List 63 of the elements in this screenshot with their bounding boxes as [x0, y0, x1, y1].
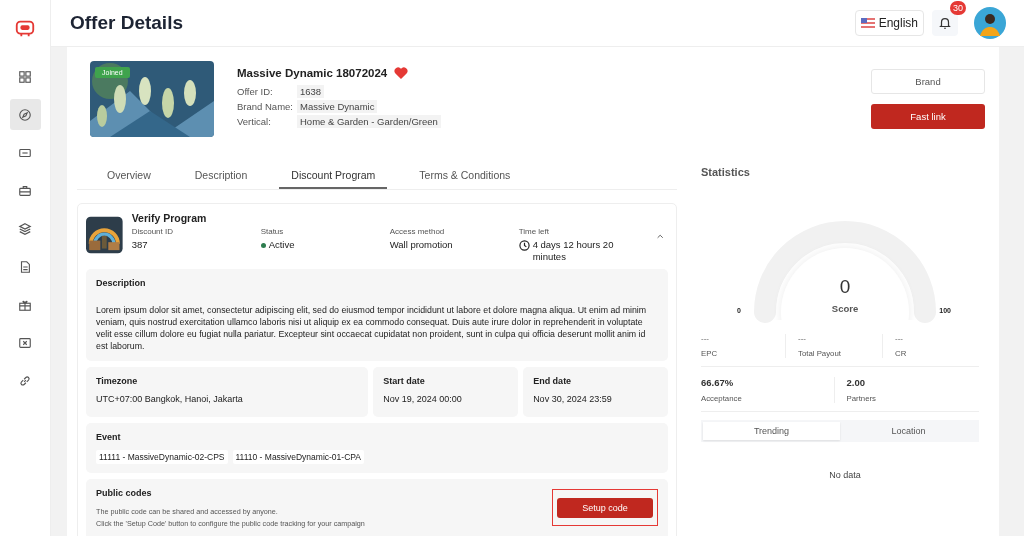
- info-label: Discount ID: [131, 227, 174, 236]
- coupon-icon: [18, 335, 32, 350]
- info-value: 4 days 12 hours 20 minutes: [532, 239, 615, 263]
- brand-button[interactable]: Brand: [871, 69, 985, 94]
- program-title: Verify Program: [131, 212, 208, 224]
- empty-message: No data: [828, 470, 862, 480]
- tab[interactable]: Description: [182, 164, 260, 189]
- tab[interactable]: Overview: [95, 164, 163, 189]
- collapse-icon[interactable]: [656, 234, 663, 239]
- field-value: Massive Dynamic: [297, 100, 378, 113]
- dashboard-icon: [18, 69, 32, 84]
- section-title: Start date: [383, 376, 426, 386]
- metric-value: ---: [701, 334, 710, 343]
- language-button[interactable]: English: [854, 10, 924, 36]
- score-value: 0: [838, 276, 852, 298]
- fast-link-button[interactable]: Fast link: [871, 104, 985, 129]
- info-value: Wall promotion: [389, 239, 453, 251]
- metric-value: ---: [895, 334, 904, 343]
- info-value: Active: [268, 239, 295, 251]
- compass-icon: [18, 107, 32, 122]
- field-value: 1638: [297, 85, 325, 98]
- description-text: Lorem ipsum dolor sit amet, consectetur adipiscing elit, sed do eiusmod tempor incididunt ut labore et dolore magna aliqua. Ut enim ad minim veniam, quis nostrud exercitation ullamco laboris nisi ut aliquip ex ea commodo consequat. Duis aute irure dolor in reprehenderit in voluptate velit esse cillum dolore eu fugiat nulla pariatur. Excepteur sint occaecat cupidatat non proident, sunt in culpa qui officia deserunt mollit anim id est laborum.: [96, 304, 648, 352]
- section-title: Description: [96, 278, 147, 288]
- sidebar-item-active[interactable]: [9, 99, 41, 130]
- section-title: End date: [533, 376, 573, 386]
- segment-tab[interactable]: Location: [840, 422, 977, 440]
- setup-code-button[interactable]: Setup code: [557, 498, 653, 518]
- segment-tab[interactable]: Trending: [703, 422, 840, 440]
- document-icon: [18, 259, 32, 274]
- briefcase-icon: [18, 183, 32, 198]
- section-value: Nov 30, 2024 23:59: [533, 394, 613, 404]
- bell-icon: [938, 16, 952, 30]
- field-value: Home & Garden - Garden/Green: [297, 115, 441, 128]
- notification-badge: 30: [950, 1, 966, 15]
- metric-value: 2.00: [846, 377, 866, 388]
- statistics-title: Statistics: [701, 166, 751, 178]
- section-title: Event: [96, 432, 122, 442]
- info-label: Status: [260, 227, 285, 236]
- avatar[interactable]: [974, 7, 1006, 39]
- tab[interactable]: Terms & Conditions: [407, 164, 523, 189]
- event-tag: 11110 - MassiveDynamic-01-CPA: [232, 450, 364, 464]
- flag-icon: [860, 18, 875, 28]
- section-value: UTC+07:00 Bangkok, Hanoi, Jakarta: [96, 394, 244, 404]
- heart-icon[interactable]: [394, 67, 409, 79]
- layers-icon: [18, 221, 32, 236]
- metric-value: 66.67%: [701, 377, 735, 388]
- section-value: Nov 19, 2024 00:00: [383, 394, 463, 404]
- field-label: Brand Name:: [237, 101, 294, 112]
- info-value: 387: [131, 239, 148, 251]
- event-tag: 11111 - MassiveDynamic-02-CPS: [96, 450, 228, 464]
- field-label: Offer ID:: [237, 86, 274, 97]
- info-label: Access method: [389, 227, 446, 236]
- notification-button[interactable]: [932, 10, 958, 36]
- section-title: Timezone: [96, 376, 139, 386]
- tab[interactable]: Discount Program: [279, 164, 388, 189]
- clock-icon: [518, 240, 530, 251]
- offer-name: Massive Dynamic 18072024: [237, 67, 388, 79]
- metric-value: ---: [798, 334, 807, 343]
- field-label: Vertical:: [237, 116, 272, 127]
- section-title: Public codes: [96, 488, 153, 498]
- link-icon: [18, 373, 32, 388]
- page-title: Offer Details: [70, 12, 183, 34]
- info-label: Time left: [518, 227, 550, 236]
